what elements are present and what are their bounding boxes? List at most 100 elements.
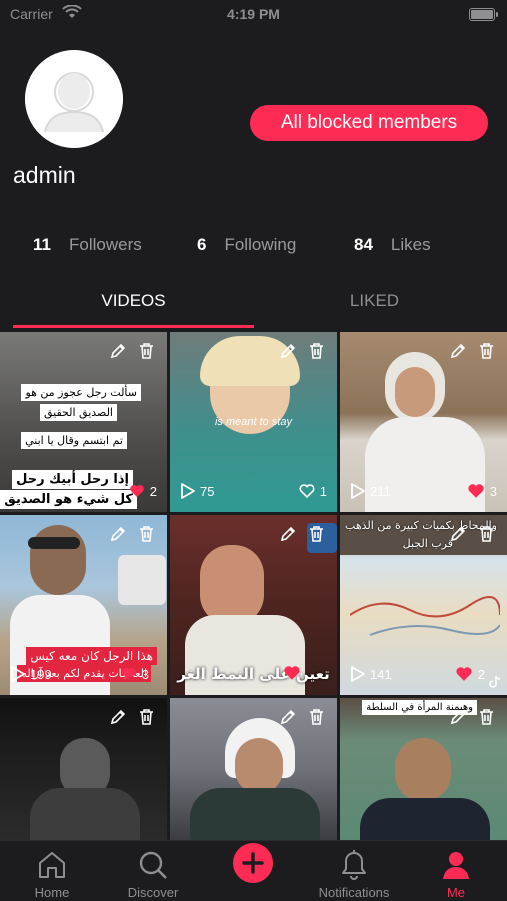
video-caption: سألت رجل عجوز من هو (21, 384, 141, 401)
edit-icon[interactable] (279, 342, 297, 360)
video-caption: تعين على النمط الغر (177, 665, 330, 683)
likes-number: 3 (141, 666, 149, 682)
trash-icon[interactable] (308, 342, 325, 360)
likes-count: 84 (354, 235, 373, 254)
trash-icon[interactable] (138, 342, 155, 360)
video-grid: سألت رجل عجوز من هو الصديق الحقيق تم ابت… (0, 330, 507, 840)
video-caption: الصديق الحقيق (39, 404, 117, 421)
heart-filled-icon (456, 667, 472, 681)
views-number: 75 (200, 483, 215, 499)
edit-icon[interactable] (449, 525, 467, 543)
nav-notifications-label: Notifications (318, 885, 390, 900)
views-number: 211 (370, 483, 391, 499)
like-count: 2 (455, 665, 485, 683)
following-stat[interactable]: 6 Following (197, 235, 296, 255)
like-count: 3 (467, 482, 497, 500)
edit-icon[interactable] (109, 342, 127, 360)
trash-icon[interactable] (478, 708, 495, 726)
profile-tabs: VIDEOS LIKED (0, 285, 507, 329)
tab-liked[interactable]: LIKED (248, 291, 501, 311)
thumbnail-face (395, 738, 451, 802)
trash-icon[interactable] (138, 525, 155, 543)
play-icon (351, 483, 365, 499)
video-thumbnail[interactable]: تعين على النمط الغر (170, 515, 337, 695)
nav-discover[interactable]: Discover (103, 841, 203, 901)
likes-label: Likes (390, 235, 431, 254)
clock: 4:19 PM (227, 6, 280, 22)
video-caption: كل شيء هو الصديق (0, 490, 137, 509)
view-count: 75 (180, 482, 214, 500)
nav-me-label: Me (446, 885, 466, 900)
video-caption: هذا الرجل كان معه كيس (26, 647, 157, 665)
play-icon (181, 483, 195, 499)
video-caption: is meant to stay (214, 416, 293, 428)
likes-number: 2 (149, 483, 157, 499)
play-icon (11, 666, 25, 682)
battery-icon (469, 8, 498, 21)
view-count: 211 (350, 482, 391, 500)
thumbnail-map (350, 596, 500, 636)
followers-stat[interactable]: 11 Followers (33, 235, 142, 255)
thumbnail-face (395, 367, 435, 417)
like-count: 2 (129, 482, 157, 500)
like-count: 1 (299, 482, 327, 500)
following-count: 6 (197, 235, 207, 254)
trash-icon[interactable] (308, 525, 325, 543)
video-thumbnail[interactable]: وهيمنة المرأة في السلطة (340, 698, 507, 840)
create-video-button[interactable] (233, 843, 273, 883)
status-bar: Carrier 4:19 PM (0, 0, 507, 28)
all-blocked-members-button[interactable]: All blocked members (250, 105, 488, 141)
thumbnail-face (235, 738, 283, 794)
home-icon (39, 852, 65, 878)
heart-filled-icon (468, 484, 484, 498)
thumbnail-car (118, 555, 166, 605)
video-thumbnail[interactable]: هذا الرجل كان معه كيس العلاجات يقدم لكم … (0, 515, 167, 695)
trash-icon[interactable] (478, 525, 495, 543)
nav-notifications[interactable]: Notifications (304, 841, 404, 901)
trash-icon[interactable] (308, 708, 325, 726)
thumbnail-sunglasses (28, 537, 80, 549)
active-tab-indicator (13, 325, 254, 328)
video-thumbnail[interactable] (170, 698, 337, 840)
nav-me[interactable]: Me (406, 841, 506, 901)
plus-icon (242, 852, 264, 874)
edit-icon[interactable] (109, 525, 127, 543)
like-count: 3 (121, 665, 149, 683)
search-icon (139, 851, 167, 879)
following-label: Following (224, 235, 297, 254)
edit-icon[interactable] (109, 708, 127, 726)
trash-icon[interactable] (138, 708, 155, 726)
tiktok-logo-icon (489, 675, 501, 688)
likes-number: 2 (477, 666, 485, 682)
person-icon (443, 852, 469, 879)
video-thumbnail[interactable]: والمحاط بكميات كبيرة من الذهب قرب الجبل … (340, 515, 507, 695)
profile-stats: 11 Followers 6 Following 84 Likes (0, 235, 507, 259)
nav-home-label: Home (34, 885, 70, 900)
avatar[interactable] (25, 50, 123, 148)
thumbnail-face (200, 545, 264, 625)
likes-number: 3 (489, 483, 497, 499)
heart-filled-icon (283, 665, 301, 686)
nav-home[interactable]: Home (2, 841, 102, 901)
video-caption: إذا رحل أبيك رحل (12, 470, 133, 489)
video-caption: والمحاط بكميات كبيرة من الذهب (345, 519, 497, 532)
bell-icon (342, 850, 366, 880)
video-thumbnail[interactable]: 211 3 (340, 332, 507, 512)
user-placeholder-icon (25, 50, 123, 148)
edit-icon[interactable] (449, 342, 467, 360)
thumbnail-jacket (30, 788, 140, 840)
video-thumbnail[interactable] (0, 698, 167, 840)
followers-label: Followers (68, 235, 142, 254)
play-icon (351, 666, 365, 682)
likes-stat[interactable]: 84 Likes (354, 235, 431, 255)
edit-icon[interactable] (279, 708, 297, 726)
edit-icon[interactable] (279, 525, 297, 543)
likes-number: 1 (319, 483, 327, 499)
views-number: 141 (370, 666, 392, 682)
edit-icon[interactable] (449, 708, 467, 726)
heart-filled-icon (122, 668, 136, 680)
video-thumbnail[interactable]: سألت رجل عجوز من هو الصديق الحقيق تم ابت… (0, 332, 167, 512)
video-thumbnail[interactable]: is meant to stay 75 1 (170, 332, 337, 512)
trash-icon[interactable] (478, 342, 495, 360)
tab-videos[interactable]: VIDEOS (7, 291, 260, 311)
